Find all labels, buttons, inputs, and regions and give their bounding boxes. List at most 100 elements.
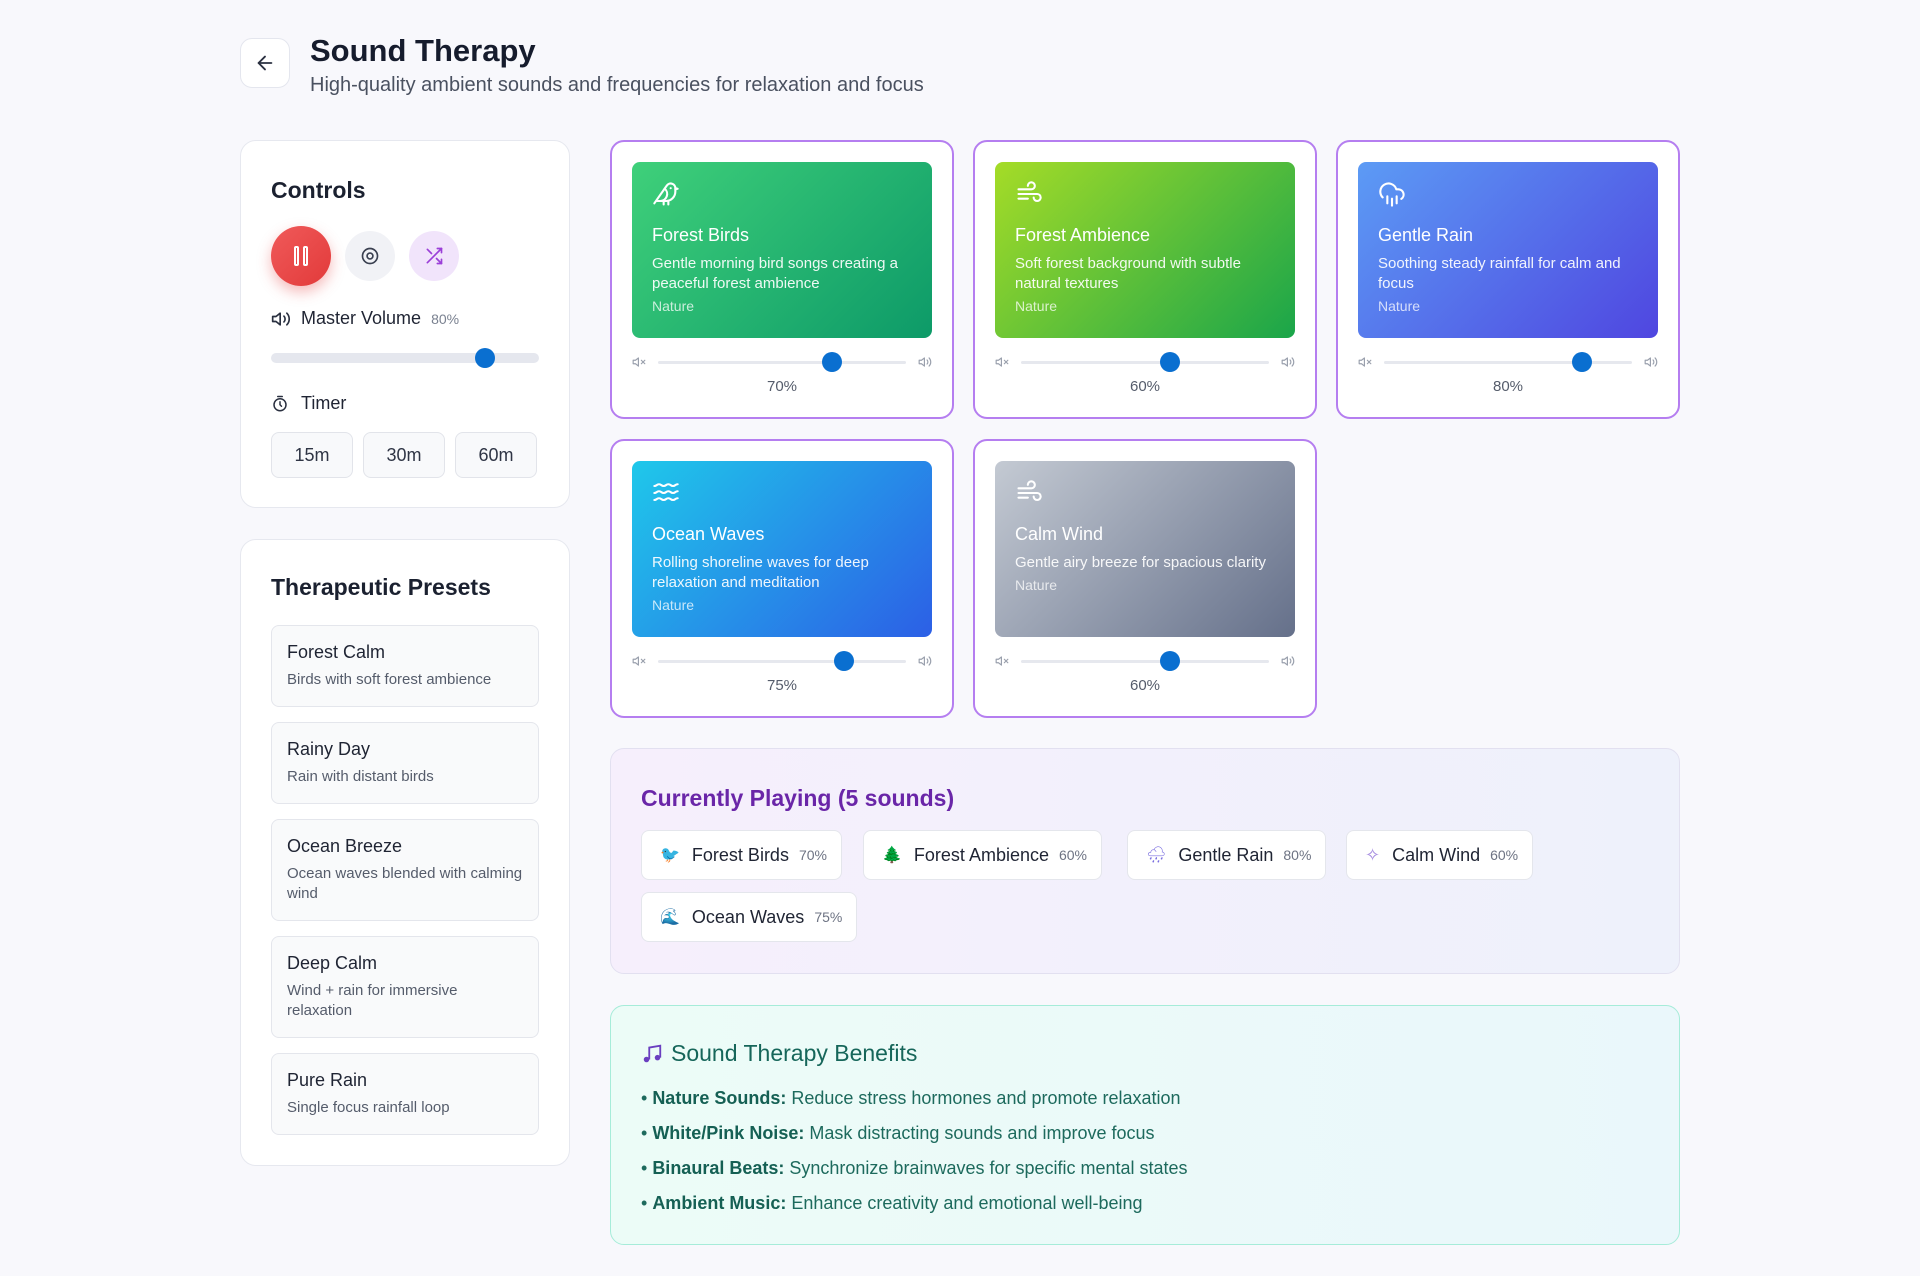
timer-60m-button[interactable]: 60m <box>455 432 537 478</box>
slider-knob[interactable] <box>475 348 496 368</box>
slider-track[interactable] <box>1021 660 1269 663</box>
sound-desc: Rolling shoreline waves for deep relaxat… <box>652 554 869 591</box>
benefit-text: Mask distracting sounds and improve focu… <box>809 1123 1155 1143</box>
pause-icon-bar <box>303 246 308 266</box>
benefits-heading: Sound Therapy Benefits <box>641 1040 917 1067</box>
cloud-rain-icon <box>1379 182 1405 207</box>
sound-tile[interactable]: Calm Wind Gentle airy breeze for spaciou… <box>995 461 1295 637</box>
preset-desc: Ocean waves blended with calming wind <box>287 865 523 902</box>
focus-button[interactable] <box>345 231 395 281</box>
volume-icon[interactable] <box>1281 355 1295 369</box>
playing-chip[interactable]: ✧ Calm Wind 60% <box>1346 830 1534 880</box>
slider-track[interactable] <box>658 361 906 364</box>
preset-pure-rain[interactable]: Pure Rain Single focus rainfall loop <box>271 1053 539 1135</box>
music-note-icon <box>643 1044 662 1062</box>
sound-desc: Soft forest background with subtle natur… <box>1015 255 1241 292</box>
preset-name: Deep Calm <box>287 953 378 973</box>
sound-card-forest-birds[interactable]: Forest Birds Gentle morning bird songs c… <box>610 140 954 419</box>
benefit-label: Nature Sounds: <box>652 1088 787 1108</box>
slider-knob[interactable] <box>821 352 842 372</box>
mute-icon[interactable] <box>632 355 646 369</box>
volume-icon <box>271 311 291 326</box>
page-title: Sound Therapy <box>310 33 536 68</box>
sound-volume-pct: 80% <box>1492 378 1524 395</box>
sound-name: Gentle Rain <box>1378 225 1474 245</box>
benefit-label: White/Pink Noise: <box>652 1123 805 1143</box>
sound-volume-slider[interactable] <box>1358 347 1658 377</box>
benefit-item: • Ambient Music: Enhance creativity and … <box>641 1193 1143 1213</box>
playing-chip[interactable]: 🌊 Ocean Waves 75% <box>641 892 858 942</box>
volume-icon[interactable] <box>918 355 932 369</box>
preset-name: Pure Rain <box>287 1070 368 1090</box>
volume-icon[interactable] <box>918 654 932 668</box>
shuffle-icon <box>426 247 443 265</box>
sound-volume-slider[interactable] <box>632 347 932 377</box>
back-button[interactable] <box>240 38 290 88</box>
benefits-title: Sound Therapy Benefits <box>671 1040 918 1066</box>
sound-tile[interactable]: Gentle Rain Soothing steady rainfall for… <box>1358 162 1658 338</box>
sound-volume-pct: 60% <box>1129 677 1161 694</box>
preset-rainy-day[interactable]: Rainy Day Rain with distant birds <box>271 722 539 804</box>
volume-icon[interactable] <box>1281 654 1295 668</box>
slider-track[interactable] <box>1384 361 1632 364</box>
preset-name: Rainy Day <box>287 739 371 759</box>
sound-tile[interactable]: Forest Ambience Soft forest background w… <box>995 162 1295 338</box>
timer-label: Timer <box>301 393 347 413</box>
sound-tile[interactable]: Ocean Waves Rolling shoreline waves for … <box>632 461 932 637</box>
slider-knob[interactable] <box>1572 352 1593 372</box>
target-icon <box>361 247 379 265</box>
playing-chip[interactable]: 🌲 Forest Ambience 60% <box>863 830 1103 880</box>
timer-30m-button[interactable]: 30m <box>363 432 445 478</box>
sound-name: Ocean Waves <box>652 524 765 544</box>
slider-track[interactable] <box>1021 361 1269 364</box>
tree-icon: 🌲 <box>882 847 902 864</box>
preset-forest-calm[interactable]: Forest Calm Birds with soft forest ambie… <box>271 625 539 707</box>
preset-desc: Birds with soft forest ambience <box>287 671 492 688</box>
mute-icon[interactable] <box>1358 355 1372 369</box>
benefit-text: Reduce stress hormones and promote relax… <box>791 1088 1181 1108</box>
sound-volume-pct: 70% <box>766 378 798 395</box>
shuffle-button[interactable] <box>409 231 459 281</box>
sound-volume-slider[interactable] <box>995 646 1295 676</box>
sound-name: Forest Birds <box>652 225 750 245</box>
slider-track[interactable] <box>658 660 906 663</box>
preset-name: Forest Calm <box>287 642 386 662</box>
benefits-panel: Sound Therapy Benefits • Nature Sounds: … <box>610 1005 1680 1245</box>
master-volume-slider[interactable] <box>271 348 539 368</box>
sound-name: Forest Ambience <box>1015 225 1151 245</box>
pause-button[interactable] <box>271 226 331 286</box>
sound-volume-slider[interactable] <box>995 347 1295 377</box>
benefit-item: • Nature Sounds: Reduce stress hormones … <box>641 1088 1181 1108</box>
sound-tile[interactable]: Forest Birds Gentle morning bird songs c… <box>632 162 932 338</box>
chip-name: Ocean Waves <box>691 906 805 927</box>
sound-card-forest-ambience[interactable]: Forest Ambience Soft forest background w… <box>973 140 1317 419</box>
slider-knob[interactable] <box>1159 352 1180 372</box>
sound-volume-slider[interactable] <box>632 646 932 676</box>
sound-card-calm-wind[interactable]: Calm Wind Gentle airy breeze for spaciou… <box>973 439 1317 718</box>
sound-category: Nature <box>1015 577 1058 593</box>
chip-pct: 75% <box>814 909 843 925</box>
sound-card-ocean-waves[interactable]: Ocean Waves Rolling shoreline waves for … <box>610 439 954 718</box>
slider-knob[interactable] <box>834 651 854 671</box>
sound-volume-pct: 60% <box>1129 378 1161 395</box>
pause-icon <box>294 246 299 266</box>
timer-icon <box>273 395 287 411</box>
sound-card-gentle-rain[interactable]: Gentle Rain Soothing steady rainfall for… <box>1336 140 1680 419</box>
rain-cloud-icon: 🌧 <box>1146 847 1167 864</box>
chip-name: Calm Wind <box>1392 844 1481 865</box>
mute-icon[interactable] <box>995 654 1009 668</box>
preset-deep-calm[interactable]: Deep Calm Wind + rain for immersive rela… <box>271 936 539 1038</box>
timer-15m-button[interactable]: 15m <box>271 432 353 478</box>
mute-icon[interactable] <box>995 355 1009 369</box>
controls-title: Controls <box>271 177 366 203</box>
playing-chip[interactable]: 🌧 Gentle Rain 80% <box>1127 830 1327 880</box>
page-header: Sound Therapy High-quality ambient sound… <box>240 34 924 97</box>
preset-ocean-breeze[interactable]: Ocean Breeze Ocean waves blended with ca… <box>271 819 539 921</box>
slider-knob[interactable] <box>1159 651 1180 671</box>
benefit-text: Synchronize brainwaves for specific ment… <box>789 1158 1188 1178</box>
playing-chip[interactable]: 🐦 Forest Birds 70% <box>641 830 842 880</box>
mute-icon[interactable] <box>632 654 646 668</box>
benefit-item: • White/Pink Noise: Mask distracting sou… <box>641 1123 1155 1143</box>
wind-icon <box>1017 480 1042 502</box>
volume-icon[interactable] <box>1644 355 1658 369</box>
